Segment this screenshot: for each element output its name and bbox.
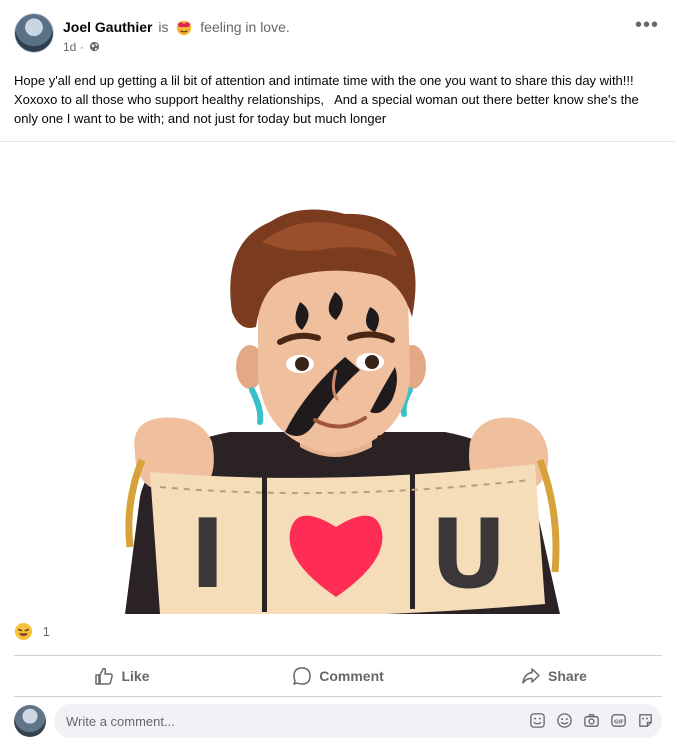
author-line: Joel Gauthier is feeling in love. <box>63 18 290 36</box>
post-card: Joel Gauthier is feeling in love. 1d · •… <box>0 0 675 743</box>
post-image[interactable]: I U <box>0 142 675 617</box>
more-options-button[interactable]: ••• <box>633 15 661 42</box>
banner-letter-u: U <box>430 500 507 610</box>
share-arrow-icon <box>522 668 540 684</box>
thumbs-up-icon <box>95 667 114 685</box>
divider <box>14 696 662 697</box>
meta-separator: · <box>79 40 84 54</box>
in-love-emoji-icon <box>175 18 193 36</box>
is-word: is <box>158 19 169 35</box>
post-meta: 1d · <box>63 40 100 54</box>
action-bar: Like Comment Share <box>14 657 662 695</box>
comment-tools: GIF <box>529 712 654 729</box>
avatar-illustration: I U <box>125 209 560 617</box>
feeling-text[interactable]: feeling in love. <box>200 19 290 35</box>
author-avatar[interactable] <box>14 13 54 53</box>
haha-face-icon <box>14 622 33 641</box>
post-timestamp[interactable]: 1d <box>63 40 76 54</box>
like-label: Like <box>121 668 150 684</box>
share-button[interactable]: Share <box>446 657 662 695</box>
banner-letter-i: I <box>190 500 225 610</box>
sticker-face-icon[interactable] <box>637 712 654 729</box>
post-header: Joel Gauthier is feeling in love. 1d · •… <box>0 0 675 66</box>
globe-icon[interactable] <box>89 41 100 52</box>
comment-bubble-icon <box>293 667 311 685</box>
post-text: Hope y'all end up getting a lil bit of a… <box>14 73 645 126</box>
like-button[interactable]: Like <box>14 657 230 695</box>
comment-composer: GIF <box>14 703 662 739</box>
divider <box>14 655 662 656</box>
gif-icon[interactable]: GIF <box>610 712 627 729</box>
sticker-icon[interactable] <box>529 712 546 729</box>
camera-icon[interactable] <box>583 712 600 729</box>
comment-button[interactable]: Comment <box>230 657 446 695</box>
current-user-avatar[interactable] <box>14 705 46 737</box>
comment-label: Comment <box>319 668 384 684</box>
reaction-summary[interactable]: 1 <box>14 622 50 646</box>
reaction-count: 1 <box>42 624 50 639</box>
author-name[interactable]: Joel Gauthier <box>63 19 152 35</box>
share-label: Share <box>548 668 587 684</box>
svg-text:GIF: GIF <box>614 719 624 725</box>
emoji-icon[interactable] <box>556 712 573 729</box>
